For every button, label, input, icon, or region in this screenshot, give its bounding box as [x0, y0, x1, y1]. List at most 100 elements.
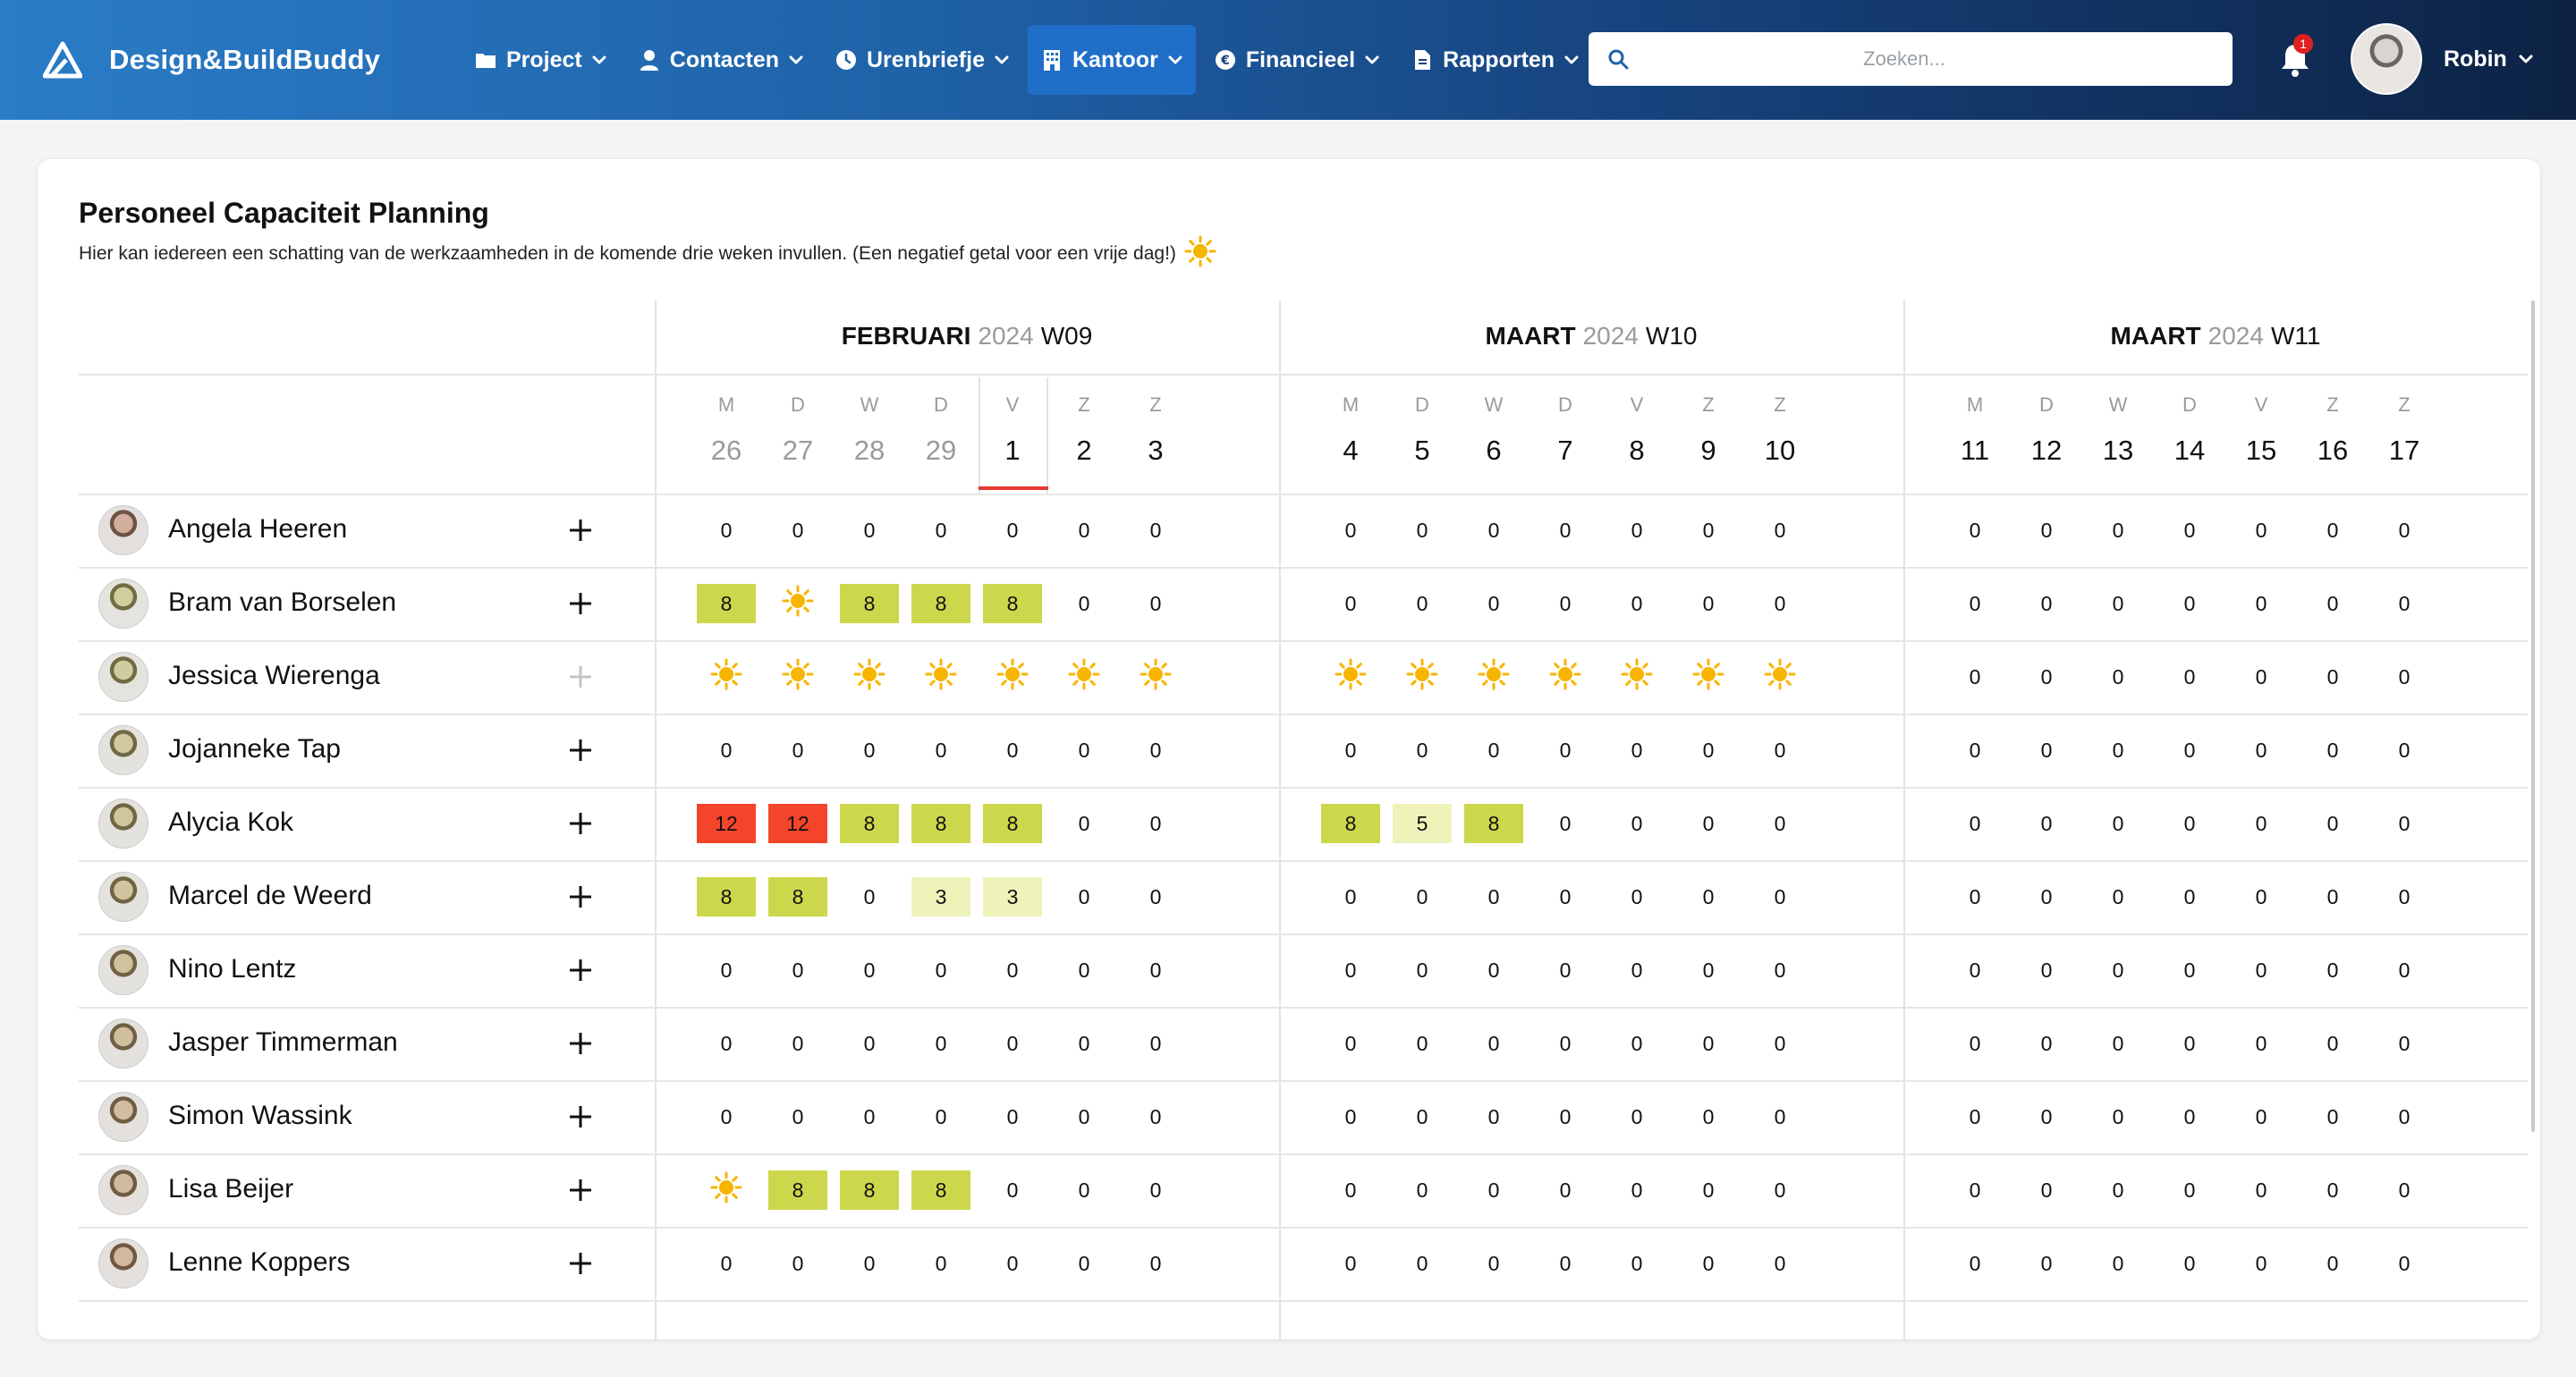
capacity-cell[interactable]: 0 [2017, 657, 2076, 697]
day-number[interactable]: 10 [1753, 435, 1807, 467]
capacity-cell[interactable]: 0 [1945, 1024, 2004, 1063]
capacity-cell[interactable]: 8 [697, 584, 756, 623]
capacity-cell[interactable]: 0 [1393, 1170, 1452, 1210]
day-number[interactable]: 3 [1129, 435, 1182, 467]
capacity-cell[interactable]: 0 [1945, 804, 2004, 843]
capacity-cell[interactable]: 0 [1393, 950, 1452, 990]
capacity-cell[interactable]: 0 [2303, 1097, 2362, 1136]
capacity-cell[interactable]: 0 [768, 950, 827, 990]
capacity-cell[interactable]: 0 [2089, 584, 2148, 623]
capacity-cell[interactable]: 0 [1393, 1244, 1452, 1283]
capacity-cell[interactable]: 0 [2017, 1024, 2076, 1063]
capacity-cell[interactable]: 0 [2160, 657, 2219, 697]
capacity-cell[interactable]: 0 [1464, 877, 1523, 917]
capacity-cell[interactable]: 0 [2375, 657, 2434, 697]
capacity-cell[interactable]: 0 [1464, 584, 1523, 623]
day-off-cell[interactable] [840, 657, 899, 697]
capacity-cell[interactable]: 0 [1126, 1097, 1185, 1136]
capacity-cell[interactable]: 0 [2017, 1097, 2076, 1136]
add-icon[interactable] [567, 1177, 594, 1204]
capacity-cell[interactable]: 0 [1321, 511, 1380, 550]
capacity-cell[interactable]: 0 [1055, 950, 1114, 990]
capacity-cell[interactable]: 0 [2160, 731, 2219, 770]
capacity-cell[interactable]: 0 [2089, 950, 2148, 990]
capacity-cell[interactable]: 8 [840, 584, 899, 623]
capacity-cell[interactable]: 0 [1464, 1097, 1523, 1136]
capacity-cell[interactable]: 0 [1607, 731, 1666, 770]
capacity-cell[interactable]: 0 [1679, 731, 1738, 770]
capacity-cell[interactable]: 0 [1126, 1024, 1185, 1063]
capacity-cell[interactable]: 0 [2017, 1244, 2076, 1283]
day-number[interactable]: 8 [1610, 435, 1664, 467]
capacity-cell[interactable]: 0 [697, 1244, 756, 1283]
capacity-cell[interactable]: 0 [2232, 1097, 2291, 1136]
capacity-cell[interactable]: 0 [2089, 511, 2148, 550]
day-number[interactable]: 14 [2163, 435, 2216, 467]
capacity-cell[interactable]: 0 [1945, 877, 2004, 917]
capacity-cell[interactable]: 0 [2232, 1024, 2291, 1063]
capacity-cell[interactable]: 0 [983, 1244, 1042, 1283]
capacity-cell[interactable]: 0 [2232, 804, 2291, 843]
capacity-cell[interactable]: 0 [2232, 877, 2291, 917]
capacity-cell[interactable]: 0 [1679, 1097, 1738, 1136]
capacity-cell[interactable]: 0 [1464, 950, 1523, 990]
capacity-cell[interactable]: 0 [2232, 1170, 2291, 1210]
day-number[interactable]: 11 [1948, 435, 2002, 467]
capacity-cell[interactable]: 0 [1464, 511, 1523, 550]
capacity-cell[interactable]: 0 [1321, 1244, 1380, 1283]
nav-financieel[interactable]: € Financieel [1201, 25, 1393, 95]
capacity-cell[interactable]: 0 [2303, 1170, 2362, 1210]
capacity-cell[interactable]: 0 [911, 731, 970, 770]
capacity-cell[interactable]: 0 [1536, 1170, 1595, 1210]
capacity-cell[interactable]: 0 [1679, 1170, 1738, 1210]
nav-rapporten[interactable]: Rapporten [1398, 25, 1592, 95]
day-number[interactable]: 2 [1057, 435, 1111, 467]
capacity-cell[interactable]: 0 [2375, 1097, 2434, 1136]
capacity-cell[interactable]: 0 [1945, 584, 2004, 623]
capacity-cell[interactable]: 0 [2375, 877, 2434, 917]
capacity-cell[interactable]: 0 [1679, 1244, 1738, 1283]
nav-urenbriefje[interactable]: Urenbriefje [822, 25, 1022, 95]
capacity-cell[interactable]: 0 [1393, 1097, 1452, 1136]
capacity-cell[interactable]: 8 [768, 1170, 827, 1210]
capacity-cell[interactable]: 0 [1321, 1170, 1380, 1210]
capacity-cell[interactable]: 0 [2089, 1244, 2148, 1283]
capacity-cell[interactable]: 0 [1679, 804, 1738, 843]
capacity-cell[interactable]: 0 [2303, 950, 2362, 990]
capacity-cell[interactable]: 0 [1055, 584, 1114, 623]
vertical-scrollbar[interactable] [2531, 300, 2535, 1132]
day-number[interactable]: 6 [1467, 435, 1521, 467]
search-input[interactable] [1630, 34, 2179, 84]
capacity-cell[interactable]: 8 [911, 804, 970, 843]
capacity-cell[interactable]: 0 [1679, 877, 1738, 917]
capacity-cell[interactable]: 0 [840, 950, 899, 990]
capacity-cell[interactable]: 0 [1126, 1244, 1185, 1283]
capacity-cell[interactable]: 0 [1536, 1244, 1595, 1283]
capacity-cell[interactable]: 0 [983, 950, 1042, 990]
capacity-cell[interactable]: 5 [1393, 804, 1452, 843]
capacity-cell[interactable]: 0 [1607, 804, 1666, 843]
capacity-cell[interactable]: 0 [2160, 877, 2219, 917]
capacity-cell[interactable]: 0 [2232, 950, 2291, 990]
capacity-cell[interactable]: 0 [2089, 657, 2148, 697]
capacity-cell[interactable]: 0 [768, 1024, 827, 1063]
capacity-cell[interactable]: 0 [1393, 584, 1452, 623]
day-off-cell[interactable] [1607, 657, 1666, 697]
capacity-cell[interactable]: 0 [1126, 804, 1185, 843]
capacity-cell[interactable]: 0 [983, 1170, 1042, 1210]
capacity-cell[interactable]: 0 [2089, 731, 2148, 770]
capacity-cell[interactable]: 0 [1750, 877, 1809, 917]
capacity-cell[interactable]: 0 [2160, 511, 2219, 550]
capacity-cell[interactable]: 0 [840, 1097, 899, 1136]
user-menu[interactable]: Robin [2351, 23, 2534, 95]
capacity-cell[interactable]: 0 [2089, 804, 2148, 843]
add-icon[interactable] [567, 663, 594, 690]
capacity-cell[interactable]: 0 [1321, 950, 1380, 990]
capacity-cell[interactable]: 0 [2375, 1170, 2434, 1210]
capacity-cell[interactable]: 0 [1945, 1170, 2004, 1210]
add-icon[interactable] [567, 517, 594, 544]
capacity-cell[interactable]: 0 [1464, 731, 1523, 770]
capacity-cell[interactable]: 0 [2303, 1024, 2362, 1063]
day-off-cell[interactable] [697, 657, 756, 697]
capacity-cell[interactable]: 0 [2232, 584, 2291, 623]
